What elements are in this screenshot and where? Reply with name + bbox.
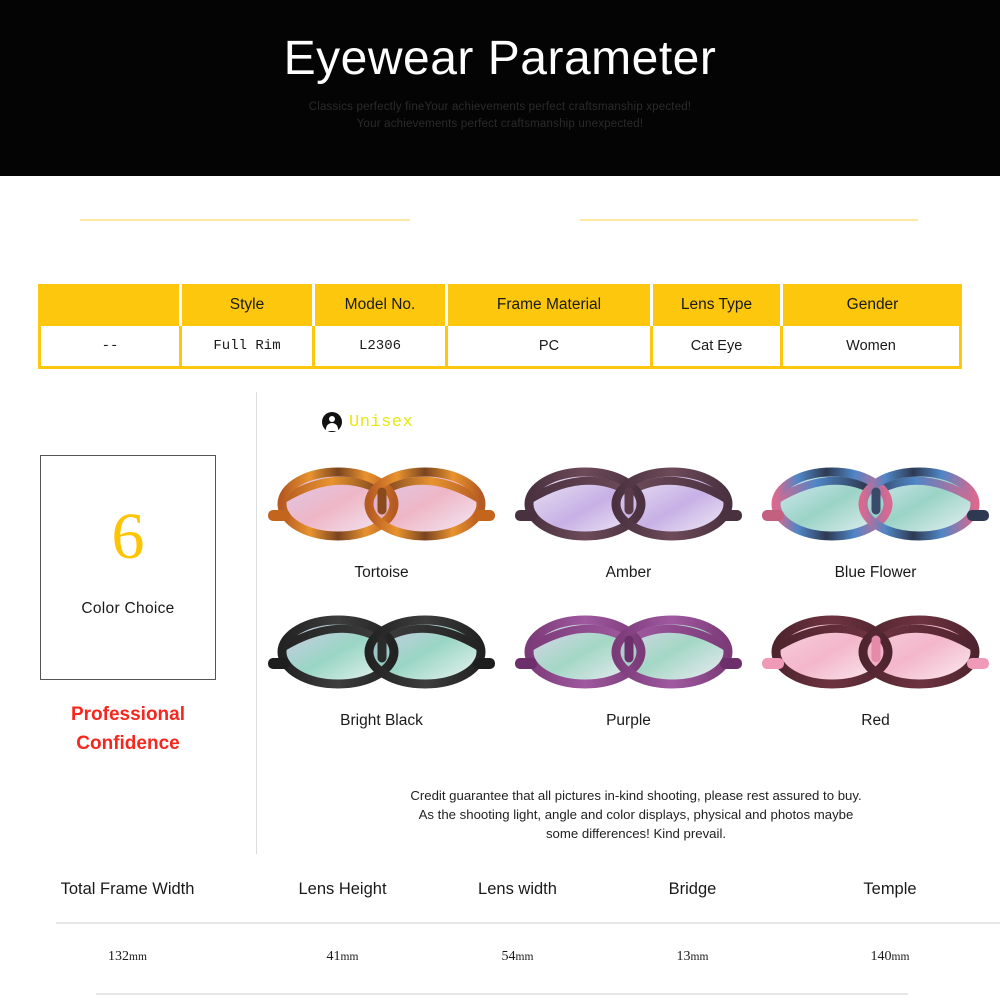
measurement-number: 140 [870, 949, 892, 964]
glasses-image-tortoise [264, 452, 499, 556]
color-variant-row-2: Bright Black Purple Red [258, 600, 1000, 730]
spec-table-header-row: Style Model No. Frame Material Lens Type… [38, 284, 962, 326]
spec-header-lens: Lens Type [653, 284, 783, 326]
spec-table: Style Model No. Frame Material Lens Type… [38, 284, 962, 369]
measurement-number: 13 [676, 949, 691, 964]
measurement-value-row: 132mm 41mm 54mm 13mm 140mm [0, 949, 1000, 965]
spec-header-material: Frame Material [448, 284, 653, 326]
color-variant-row-1: Tortoise Amber Blue Flower [258, 452, 1000, 582]
spec-table-value-row: -- Full Rim L2306 PC Cat Eye Women [38, 326, 962, 369]
color-variant-amber[interactable]: Amber [505, 452, 752, 582]
measurement-value-bridge: 13mm [605, 949, 780, 965]
disclaimer-line-2: As the shooting light, angle and color d… [418, 807, 854, 823]
color-variant-red[interactable]: Red [752, 600, 999, 730]
yellow-rule-right [580, 219, 918, 221]
glasses-image-amber [511, 452, 746, 556]
measurement-unit: mm [340, 951, 359, 963]
glasses-image-purple [511, 600, 746, 704]
color-variant-bright-black[interactable]: Bright Black [258, 600, 505, 730]
hero-subtitle-line-1: Classics perfectly fineYour achievements… [308, 100, 692, 113]
measurement-value-lens-width: 54mm [430, 949, 605, 965]
color-choice-count: 6 [111, 499, 145, 573]
user-icon [322, 412, 342, 432]
measurement-number: 132 [108, 949, 130, 964]
measurement-unit: mm [690, 951, 709, 963]
measurement-header-total-frame-width: Total Frame Width [60, 880, 195, 898]
measurement-header-lens-height: Lens Height [298, 880, 387, 898]
measurement-rule-top [56, 922, 1000, 924]
spec-header-model: Model No. [315, 284, 448, 326]
hero-subtitle-line-2: Your achievements perfect craftsmanship … [356, 117, 644, 130]
unisex-label: Unisex [349, 412, 414, 432]
spec-value-blank: -- [38, 326, 182, 369]
yellow-rule-left [80, 219, 410, 221]
tagline-line-1: Professional [70, 704, 186, 725]
glasses-image-blue-flower [758, 452, 993, 556]
spec-header-gender: Gender [783, 284, 962, 326]
spec-value-material: PC [448, 326, 653, 369]
divider-rules [0, 219, 1000, 223]
measurement-unit: mm [129, 951, 147, 963]
measurement-rule-bottom [96, 993, 908, 995]
spec-header-style: Style [182, 284, 315, 326]
disclaimer-line-1: Credit guarantee that all pictures in-ki… [410, 788, 862, 803]
measurement-number: 54 [501, 949, 516, 964]
color-variant-label: Bright Black [340, 712, 423, 729]
measurement-value-temple: 140mm [780, 949, 1000, 965]
measurement-header-bridge: Bridge [668, 880, 717, 898]
tagline-line-2: Confidence [76, 733, 180, 755]
spec-value-style: Full Rim [182, 326, 315, 369]
glasses-image-bright-black [264, 600, 499, 704]
color-variant-label: Tortoise [354, 564, 409, 581]
measurement-number: 41 [326, 949, 341, 964]
color-variant-label: Purple [606, 712, 651, 729]
vertical-divider [256, 392, 257, 854]
color-choice-box: 6 Color Choice [40, 455, 216, 680]
spec-value-gender: Women [783, 326, 962, 369]
measurement-value-lens-height: 41mm [255, 949, 430, 965]
measurement-value-total-frame-width: 132mm [0, 949, 255, 965]
color-variant-blue-flower[interactable]: Blue Flower [752, 452, 999, 582]
color-variant-grid: Tortoise Amber Blue Flower Bright Black … [258, 452, 1000, 730]
spec-value-lens: Cat Eye [653, 326, 783, 369]
color-variant-label: Red [861, 712, 890, 729]
hero-subtitle: Classics perfectly fineYour achievements… [309, 99, 692, 132]
color-variant-label: Blue Flower [834, 564, 917, 581]
tagline: Professional Confidence [40, 700, 216, 759]
spec-value-model: L2306 [315, 326, 448, 369]
glasses-image-red [758, 600, 993, 704]
hero-banner: Eyewear Parameter Classics perfectly fin… [0, 0, 1000, 176]
disclaimer-text: Credit guarantee that all pictures in-ki… [286, 786, 986, 843]
measurement-unit: mm [891, 951, 910, 963]
unisex-badge: Unisex [322, 412, 413, 432]
disclaimer-line-3: some differences! Kind prevail. [545, 826, 727, 842]
color-choice-label: Color Choice [81, 599, 175, 617]
measurement-header-lens-width: Lens width [478, 880, 557, 898]
measurement-header-row: Total Frame Width Lens Height Lens width… [0, 880, 1000, 899]
eyewear-parameter-page: Eyewear Parameter Classics perfectly fin… [0, 0, 1000, 1000]
color-variant-tortoise[interactable]: Tortoise [258, 452, 505, 582]
measurement-header-temple: Temple [863, 880, 917, 898]
spec-header-blank [38, 284, 182, 326]
page-title: Eyewear Parameter [283, 32, 717, 85]
color-variant-label: Amber [605, 564, 652, 581]
color-variant-purple[interactable]: Purple [505, 600, 752, 730]
measurement-unit: mm [515, 951, 534, 963]
